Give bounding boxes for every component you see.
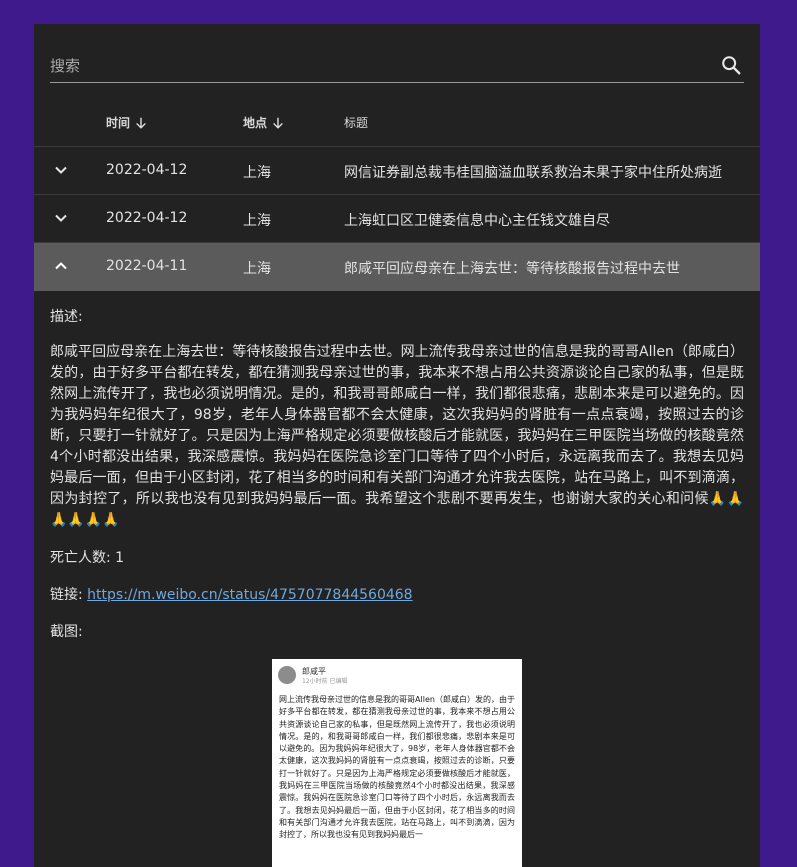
search-input[interactable] — [50, 54, 690, 78]
search-bar — [50, 54, 744, 83]
column-header-title[interactable]: 标题 — [344, 114, 368, 131]
chevron-down-icon[interactable] — [53, 210, 69, 226]
avatar — [278, 666, 296, 684]
row-place: 上海 — [243, 213, 271, 229]
link-label: 链接: — [50, 587, 88, 603]
table-row-expanded[interactable]: 2022-04-11 上海 郎咸平回应母亲在上海去世：等待核酸报告过程中去世 — [34, 243, 760, 291]
row-date: 2022-04-12 — [106, 210, 188, 226]
death-count: 死亡人数: 1 — [50, 550, 125, 566]
content-panel: 时间 地点 标题 2022-04-12 上海 网信证券副总裁韦桂国脑溢血联系救治… — [34, 24, 760, 867]
row-title: 上海虹口区卫健委信息中心主任钱文雄自尽 — [344, 213, 610, 229]
sort-arrow-down-icon — [273, 117, 283, 129]
table-row[interactable]: 2022-04-12 上海 网信证券副总裁韦桂国脑溢血联系救治未果于家中住所处病… — [34, 147, 760, 195]
column-header-time-label: 时间 — [106, 116, 131, 130]
screenshot-label: 截图: — [50, 624, 83, 640]
screenshot-post-text: 网上流传我母亲过世的信息是我的哥哥Allen（郎咸白）发的，由于好多平台都在转发… — [279, 695, 515, 840]
column-header-place[interactable]: 地点 — [243, 114, 285, 131]
screenshot-meta: 12小时前 已编辑 — [302, 678, 348, 685]
column-header-time[interactable]: 时间 — [106, 114, 148, 131]
column-header-place-label: 地点 — [243, 116, 268, 130]
description-label: 描述: — [50, 309, 83, 325]
row-title: 郎咸平回应母亲在上海去世：等待核酸报告过程中去世 — [344, 261, 680, 277]
row-date: 2022-04-12 — [106, 162, 188, 178]
table-row[interactable]: 2022-04-12 上海 上海虹口区卫健委信息中心主任钱文雄自尽 — [34, 195, 760, 243]
description-text: 郎咸平回应母亲在上海去世：等待核酸报告过程中去世。网上流传我母亲过世的信息是我的… — [50, 344, 744, 528]
row-place: 上海 — [243, 165, 271, 181]
source-link[interactable]: https://m.weibo.cn/status/47570778445604… — [87, 587, 412, 603]
row-date: 2022-04-11 — [106, 258, 188, 274]
column-header-title-label: 标题 — [344, 116, 369, 130]
table-header: 时间 地点 标题 — [34, 96, 760, 147]
chevron-up-icon[interactable] — [53, 258, 69, 274]
source-link-row: 链接: https://m.weibo.cn/status/4757077844… — [50, 585, 413, 606]
search-icon[interactable] — [720, 54, 742, 76]
sort-arrow-down-icon — [136, 117, 146, 129]
weibo-screenshot-image[interactable]: 郎咸平 12小时前 已编辑 网上流传我母亲过世的信息是我的哥哥Allen（郎咸白… — [272, 659, 522, 867]
chevron-down-icon[interactable] — [53, 162, 69, 178]
row-place: 上海 — [243, 261, 271, 277]
row-title: 网信证券副总裁韦桂国脑溢血联系救治未果于家中住所处病逝 — [344, 165, 722, 181]
